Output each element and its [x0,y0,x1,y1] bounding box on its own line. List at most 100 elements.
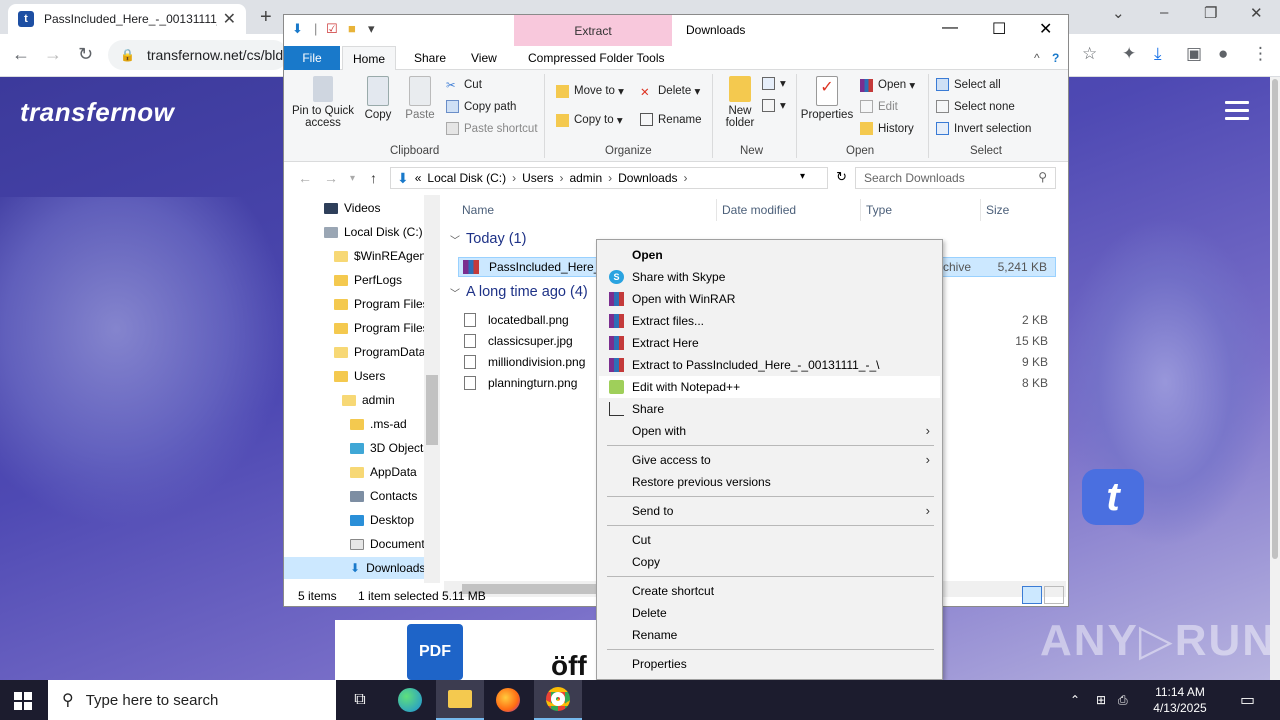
new-tab-icon[interactable]: + [260,6,272,29]
paste-shortcut-button[interactable]: Paste shortcut [446,122,538,135]
hamburger-menu-icon[interactable] [1225,101,1249,125]
copy-to-button[interactable]: Copy to ▾ [556,113,623,127]
nav-item-documents[interactable]: Documents [350,533,431,555]
paste-button[interactable]: Paste [404,76,436,121]
maximize-icon[interactable]: ☐ [992,19,1006,39]
nav-item-program-files[interactable]: Program Files [334,293,429,315]
task-view-icon[interactable]: ⧉ [336,680,384,720]
breadcrumb-overflow[interactable]: « [415,171,422,185]
menu-create-shortcut[interactable]: Create shortcut [599,580,940,602]
properties-check-icon[interactable]: ☑ [326,21,338,37]
breadcrumb-local-disk[interactable]: Local Disk (C:) [427,171,506,185]
tab-file[interactable]: File [284,46,340,70]
tab-home[interactable]: Home [342,46,397,70]
edge-icon[interactable] [386,680,434,720]
close-window-icon[interactable]: ✕ [1250,4,1263,22]
customize-chevron-icon[interactable]: ▾ [368,21,375,37]
history-button[interactable]: History [860,122,914,135]
large-icons-view-icon[interactable] [1044,586,1064,604]
nav-item-winreagent[interactable]: $WinREAgent [334,245,429,267]
menu-extract-to-folder[interactable]: Extract to PassIncluded_Here_-_00131111_… [599,354,940,376]
page-scrollbar[interactable] [1270,77,1280,680]
menu-delete[interactable]: Delete [599,602,940,624]
nav-item-programdata[interactable]: ProgramData [334,341,425,363]
pin-quick-access-button[interactable]: Pin to Quick access [290,76,356,129]
nav-item-program-files-x86[interactable]: Program Files [334,317,429,339]
edit-button[interactable]: Edit [860,100,898,113]
menu-give-access-to[interactable]: Give access to › [599,449,940,471]
menu-open-with[interactable]: Open with › [599,420,940,442]
menu-restore-previous-versions[interactable]: Restore previous versions [599,471,940,493]
clock[interactable]: 11:14 AM 4/13/2025 [1140,684,1220,716]
address-bar[interactable]: 🔒 transfernow.net/cs/bld3 [108,40,288,70]
select-none-button[interactable]: Select none [936,100,1015,113]
brand-logo[interactable]: transfernow [20,97,174,128]
recent-chevron-icon[interactable]: ▾ [350,173,355,184]
menu-open-with-winrar[interactable]: Open with WinRAR [599,288,940,310]
move-to-button[interactable]: Move to ▾ [556,84,624,98]
column-name[interactable]: Name [462,203,494,217]
menu-share[interactable]: Share [599,398,940,420]
close-icon[interactable]: ✕ [1039,19,1052,39]
nav-item-ms-ad[interactable]: .ms-ad [350,413,407,435]
column-date-modified[interactable]: Date modified [722,203,796,217]
menu-rename[interactable]: Rename [599,624,940,646]
nav-item-3d-objects[interactable]: 3D Objects [350,437,429,459]
nav-item-perflogs[interactable]: PerfLogs [334,269,402,291]
chevron-down-icon[interactable]: ⌄ [1112,4,1125,22]
nav-item-users[interactable]: Users [334,365,385,387]
folder-icon[interactable]: ■ [348,21,356,36]
nav-item-contacts[interactable]: Contacts [350,485,417,507]
refresh-icon[interactable]: ↻ [836,169,847,185]
tab-compressed-folder-tools[interactable]: Compressed Folder Tools [518,46,675,70]
menu-cut[interactable]: Cut [599,529,940,551]
menu-send-to[interactable]: Send to › [599,500,940,522]
tab-view[interactable]: View [461,46,507,70]
address-box[interactable]: ⬇ « Local Disk (C:) › Users › admin › Downl… [390,167,847,189]
close-tab-icon[interactable]: ✕ [223,9,236,29]
nav-item-admin[interactable]: admin [342,389,395,411]
download-icon[interactable]: ⤓ [1154,44,1162,64]
restore-icon[interactable]: ❐ [1204,4,1217,22]
search-input[interactable]: Search Downloads ⚲ [855,167,1056,189]
network-icon[interactable]: ⊞ [1096,680,1106,720]
new-folder-button[interactable]: New folder [718,76,762,129]
copy-button[interactable]: Copy [362,76,394,121]
address-dropdown-icon[interactable]: ▾ [800,171,805,182]
minimize-icon[interactable]: – [1160,4,1168,21]
copy-path-button[interactable]: Copy path [446,100,516,113]
minimize-icon[interactable]: — [942,19,958,37]
breadcrumb-admin[interactable]: admin [569,171,602,185]
taskbar-search-input[interactable]: ⚲ Type here to search [48,680,336,720]
firefox-icon[interactable] [484,680,532,720]
tab-share[interactable]: Share [404,46,456,70]
select-all-button[interactable]: Select all [936,78,1001,91]
rename-button[interactable]: Rename [640,113,701,126]
column-type[interactable]: Type [866,203,892,217]
breadcrumb-downloads[interactable]: Downloads [618,171,677,185]
group-today[interactable]: ﹀ Today (1) [450,231,526,247]
profile-icon[interactable]: ● [1218,44,1228,64]
forward-icon[interactable]: → [44,44,62,65]
menu-icon[interactable]: ⋮ [1252,44,1269,64]
menu-open[interactable]: Open [599,244,940,266]
speaker-icon[interactable]: ⎙ [1118,680,1128,720]
nav-scrollbar[interactable] [424,195,440,583]
menu-copy[interactable]: Copy [599,551,940,573]
notification-icon[interactable]: ▭ [1240,680,1255,720]
up-icon[interactable]: ↑ [370,170,377,186]
breadcrumb-users[interactable]: Users [522,171,553,185]
show-hidden-icons[interactable]: ⌃ [1070,680,1080,720]
menu-properties[interactable]: Properties [599,653,940,675]
menu-extract-files[interactable]: Extract files... [599,310,940,332]
nav-item-downloads[interactable]: ⬇ Downloads [284,557,425,579]
menu-extract-here[interactable]: Extract Here [599,332,940,354]
star-icon[interactable]: ☆ [1082,44,1097,64]
easy-access-button[interactable]: ▾ [762,98,786,112]
reload-icon[interactable]: ↻ [78,44,93,65]
details-view-icon[interactable] [1022,586,1042,604]
back-icon[interactable]: ← [298,170,312,186]
column-size[interactable]: Size [986,203,1009,217]
cut-button[interactable]: ✂ Cut [446,78,482,93]
help-icon[interactable]: ? [1042,46,1069,70]
